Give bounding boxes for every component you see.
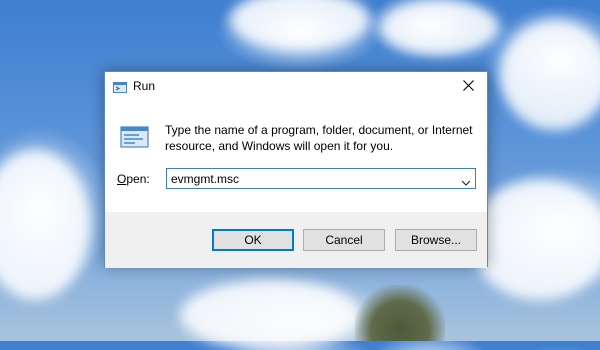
browse-button[interactable]: Browse... bbox=[395, 229, 477, 251]
close-button[interactable] bbox=[449, 72, 487, 102]
tree bbox=[355, 285, 445, 341]
cloud bbox=[500, 20, 600, 130]
cloud bbox=[470, 180, 600, 300]
cloud bbox=[0, 150, 90, 300]
title-bar[interactable]: Run bbox=[105, 72, 487, 102]
chevron-down-icon[interactable] bbox=[461, 174, 471, 186]
dialog-title: Run bbox=[133, 79, 156, 93]
open-input[interactable] bbox=[171, 171, 451, 187]
cloud bbox=[230, 0, 370, 50]
run-icon bbox=[113, 80, 127, 93]
run-dialog: Run Type the name of a program, folder, … bbox=[104, 71, 488, 268]
open-combobox[interactable] bbox=[166, 168, 476, 189]
cloud bbox=[380, 0, 500, 55]
run-icon bbox=[120, 124, 150, 150]
open-label-text: pen: bbox=[126, 172, 150, 186]
cloud bbox=[180, 280, 360, 350]
close-icon bbox=[462, 78, 474, 96]
dialog-footer: OK Cancel Browse... bbox=[105, 212, 487, 268]
open-label: Open: bbox=[117, 172, 150, 186]
open-label-accelerator: O bbox=[117, 172, 127, 186]
dialog-description: Type the name of a program, folder, docu… bbox=[165, 123, 473, 153]
dialog-body: Type the name of a program, folder, docu… bbox=[105, 102, 487, 212]
cancel-button[interactable]: Cancel bbox=[303, 229, 385, 251]
ok-button[interactable]: OK bbox=[212, 229, 294, 251]
